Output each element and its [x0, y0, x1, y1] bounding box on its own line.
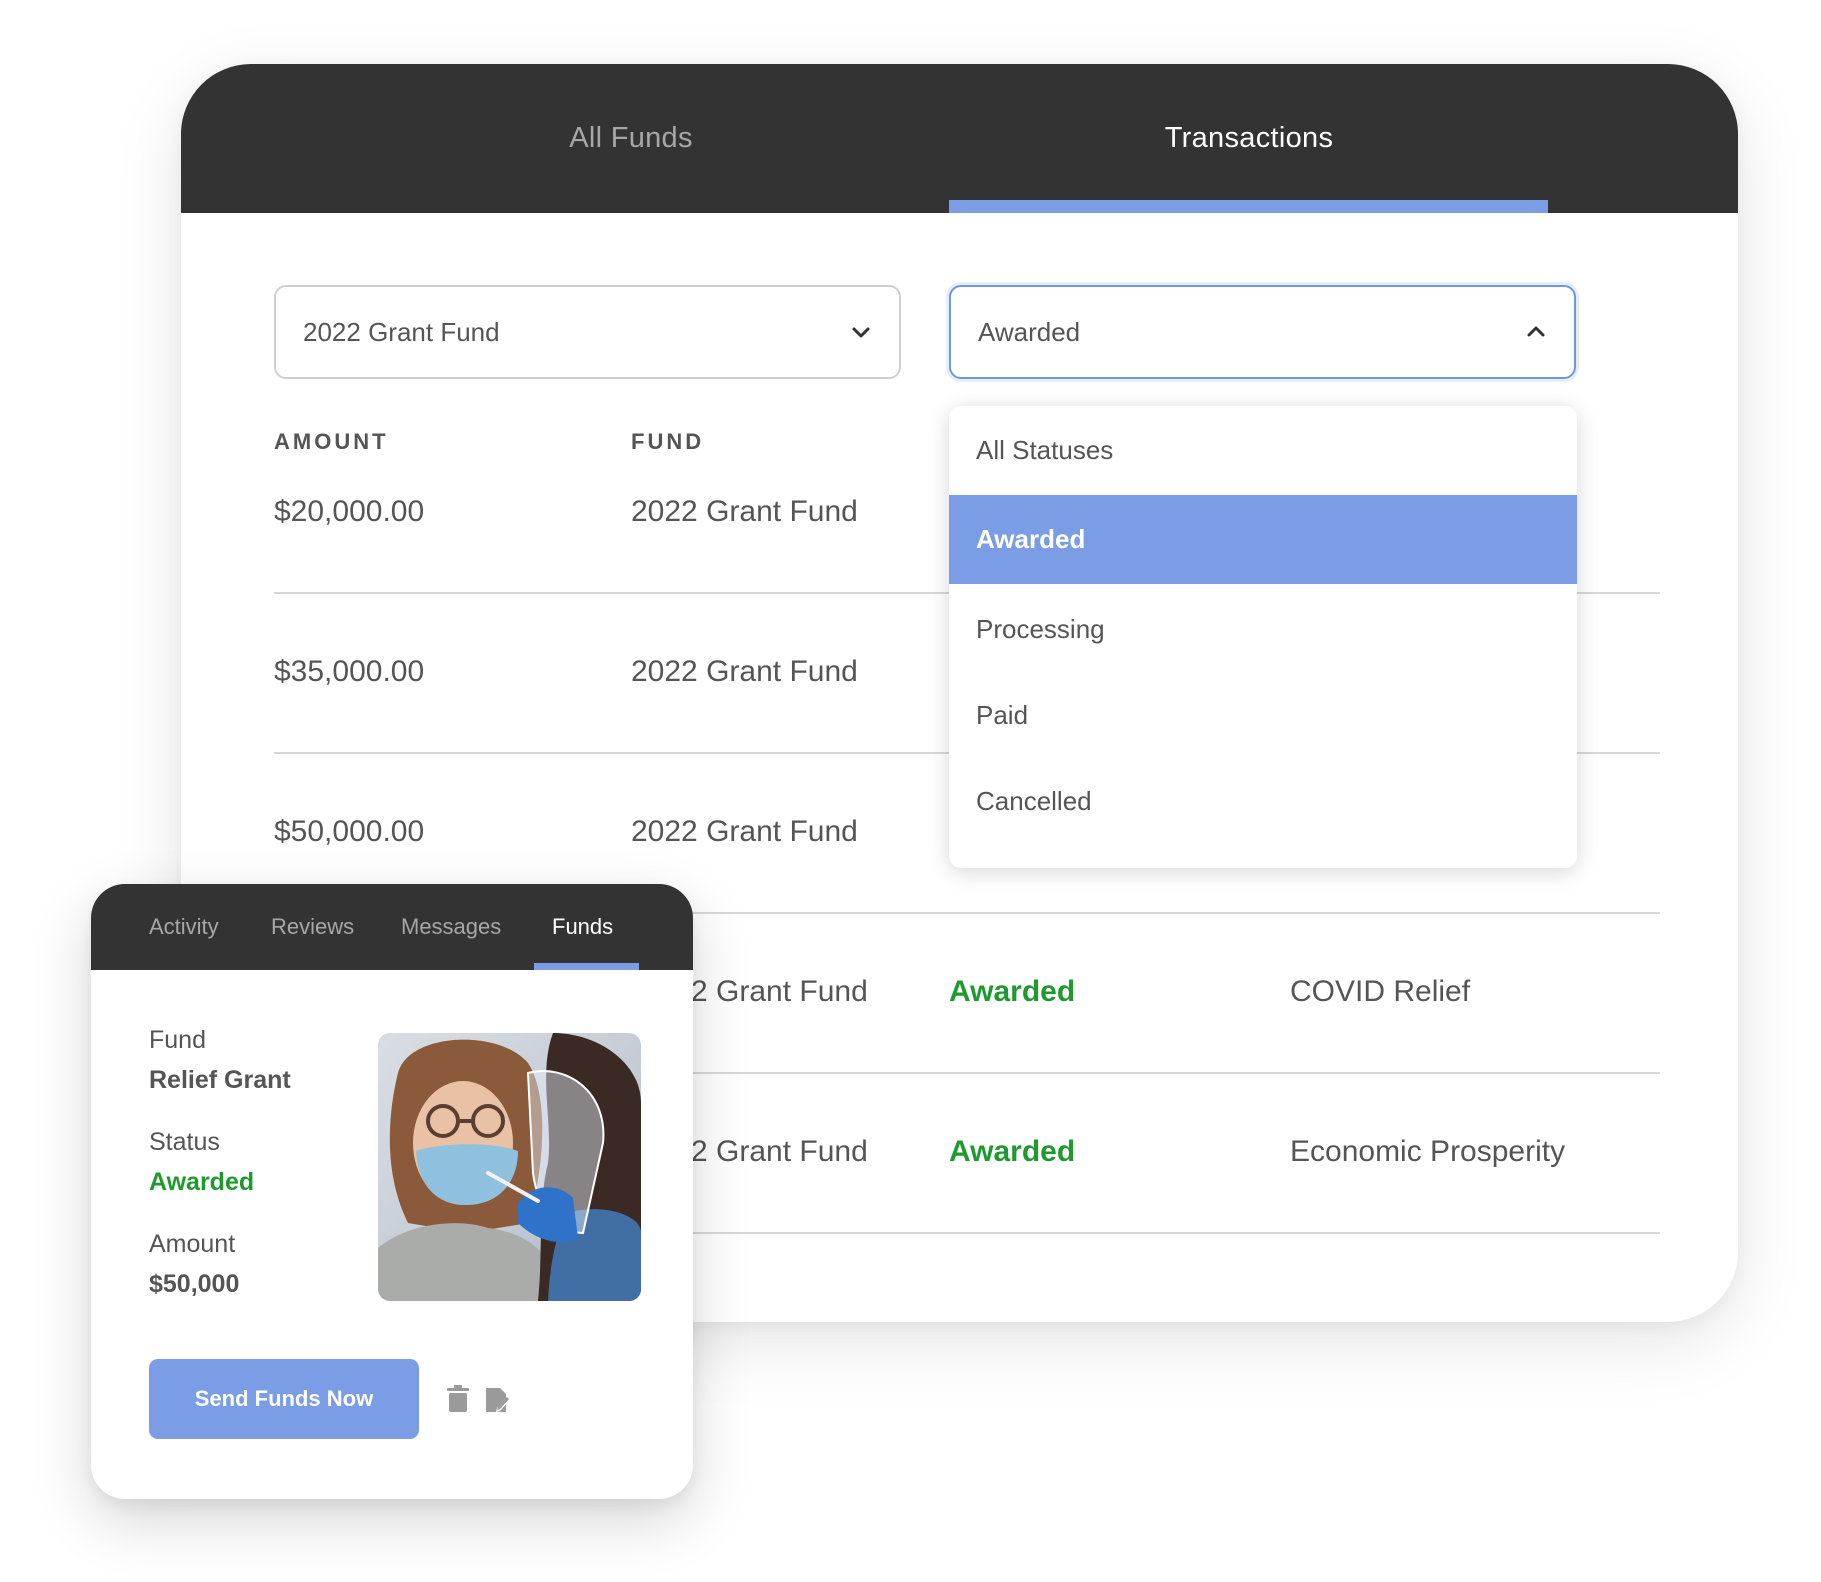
fund-value: Relief Grant	[149, 1066, 291, 1094]
tab-transactions[interactable]: Transactions	[949, 64, 1549, 213]
row-amount: $20,000.00	[274, 495, 425, 528]
edit-note-icon[interactable]	[484, 1384, 510, 1414]
masked-woman-swab-test-photo	[378, 1033, 641, 1301]
dropdown-option-processing[interactable]: Processing	[949, 584, 1577, 674]
row-fund: 2 Grant Fund	[691, 975, 868, 1008]
tab-all-funds[interactable]: All Funds	[331, 64, 931, 213]
photo-illustration	[378, 1033, 641, 1301]
dropdown-option-all-statuses[interactable]: All Statuses	[949, 406, 1577, 495]
fund-detail-card: Activity Reviews Messages Funds Fund Rel…	[91, 884, 693, 1499]
row-status: Awarded	[949, 975, 1076, 1008]
status-select-value: Awarded	[978, 316, 1081, 347]
amount-value: $50,000	[149, 1270, 240, 1298]
active-tab-indicator	[949, 200, 1548, 213]
status-dropdown-menu: All Statuses Awarded Processing Paid Can…	[949, 406, 1577, 868]
row-status: Awarded	[949, 1135, 1076, 1168]
row-amount: $35,000.00	[274, 655, 425, 688]
dropdown-option-cancelled[interactable]: Cancelled	[949, 756, 1577, 846]
row-fund: 2 Grant Fund	[691, 1135, 868, 1168]
column-header-fund: FUND	[631, 429, 705, 454]
dropdown-option-paid[interactable]: Paid	[949, 674, 1577, 756]
card-tab-bar: Activity Reviews Messages Funds	[91, 884, 693, 970]
status-label: Status	[149, 1128, 220, 1156]
fund-select-value: 2022 Grant Fund	[303, 316, 500, 347]
tab-reviews[interactable]: Reviews	[271, 884, 354, 970]
send-funds-button[interactable]: Send Funds Now	[149, 1359, 419, 1439]
trash-icon[interactable]	[445, 1384, 471, 1414]
tab-messages[interactable]: Messages	[401, 884, 501, 970]
active-tab-indicator	[534, 963, 639, 970]
row-category: Economic Prosperity	[1290, 1135, 1566, 1168]
status-value: Awarded	[149, 1168, 255, 1196]
row-category: COVID Relief	[1290, 975, 1471, 1008]
column-header-amount: AMOUNT	[274, 429, 389, 454]
dropdown-option-awarded[interactable]: Awarded	[949, 495, 1577, 584]
row-fund: 2022 Grant Fund	[631, 655, 858, 688]
chevron-down-icon	[852, 327, 870, 338]
fund-label: Fund	[149, 1026, 206, 1054]
main-tab-bar: All Funds Transactions	[181, 64, 1738, 213]
row-amount: $50,000.00	[274, 815, 425, 848]
status-select[interactable]: Awarded	[949, 285, 1576, 379]
chevron-up-icon	[1527, 326, 1545, 337]
tab-funds[interactable]: Funds	[552, 884, 613, 970]
amount-label: Amount	[149, 1230, 236, 1258]
row-fund: 2022 Grant Fund	[631, 815, 858, 848]
tab-activity[interactable]: Activity	[149, 884, 219, 970]
row-fund: 2022 Grant Fund	[631, 495, 858, 528]
fund-select[interactable]: 2022 Grant Fund	[274, 285, 901, 379]
